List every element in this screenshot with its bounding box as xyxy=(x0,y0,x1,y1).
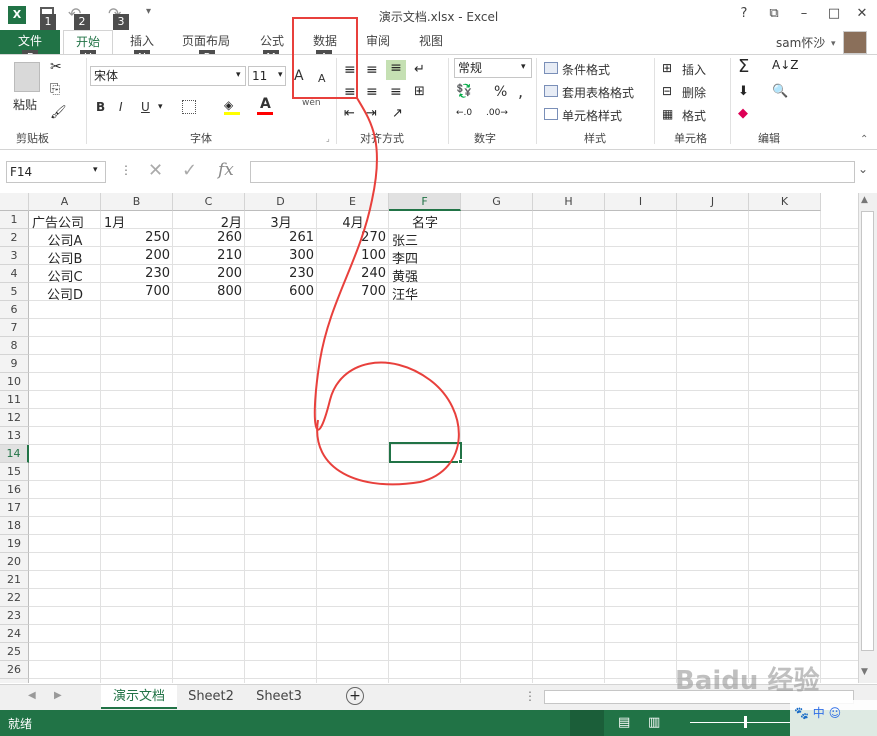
normal-view-icon[interactable] xyxy=(570,710,604,736)
baidu-watermark: Baidu 经验 xyxy=(675,666,820,696)
sheet-tab-2[interactable]: Sheet2 xyxy=(179,685,243,709)
prev-sheet-icon[interactable]: ◀ xyxy=(28,690,36,701)
zoom-slider[interactable] xyxy=(690,722,790,723)
annotation-stroke xyxy=(313,97,460,486)
annotation-box xyxy=(292,17,358,99)
status-text: 就绪 xyxy=(8,717,33,731)
zoom-slider-thumb[interactable] xyxy=(744,716,747,728)
sheet-tab-1[interactable]: 演示文档 xyxy=(101,685,177,709)
status-bar: 就绪 ▤ ▥ xyxy=(0,710,877,736)
watermark-logo: 🐾 中 ☺ xyxy=(790,700,877,736)
new-sheet-icon[interactable]: + xyxy=(346,687,364,705)
page-break-view-icon[interactable]: ▥ xyxy=(648,715,660,730)
sheet-tab-3[interactable]: Sheet3 xyxy=(247,685,311,709)
annotation-overlay xyxy=(292,17,460,486)
tab-split-icon[interactable]: ⋮ xyxy=(524,689,536,703)
page-layout-view-icon[interactable]: ▤ xyxy=(618,715,630,730)
next-sheet-icon[interactable]: ▶ xyxy=(54,690,62,701)
